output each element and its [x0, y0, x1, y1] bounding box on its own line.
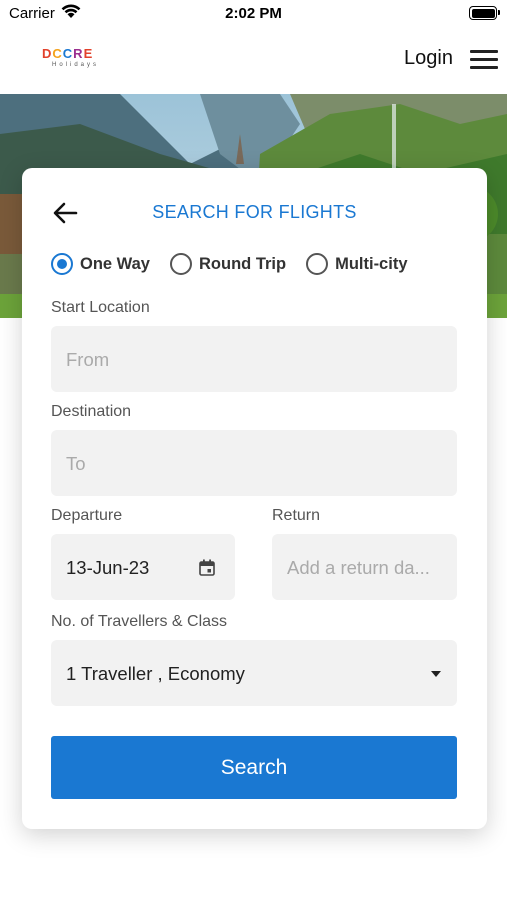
- start-location-input[interactable]: From: [51, 326, 457, 392]
- logo-letter: R: [73, 46, 83, 61]
- brand-logo[interactable]: D C C R E Holidays: [42, 47, 122, 73]
- search-button[interactable]: Search: [51, 736, 457, 799]
- departure-date-field[interactable]: 13-Jun-23: [51, 534, 235, 600]
- logo-letter: D: [42, 46, 52, 61]
- caret-down-icon[interactable]: [431, 671, 441, 677]
- trip-type-label: Round Trip: [199, 254, 287, 273]
- login-link[interactable]: Login: [404, 47, 453, 70]
- destination-input[interactable]: To: [51, 430, 457, 496]
- battery-icon: [469, 6, 500, 20]
- trip-type-label: Multi-city: [335, 254, 408, 273]
- trip-type-one-way[interactable]: One Way: [51, 253, 150, 275]
- departure-label: Departure: [51, 507, 123, 524]
- logo-letter: C: [62, 46, 73, 61]
- return-label: Return: [272, 507, 321, 524]
- travellers-label: No. of Travellers & Class: [51, 613, 228, 630]
- status-bar: Carrier 2:02 PM: [0, 0, 507, 30]
- battery-fill: [471, 8, 495, 18]
- trip-type-label: One Way: [80, 254, 150, 273]
- hamburger-icon[interactable]: [470, 50, 498, 70]
- departure-date-value: 13-Jun-23: [66, 557, 150, 578]
- trip-type-round-trip[interactable]: Round Trip: [170, 253, 286, 275]
- start-location-label: Start Location: [51, 299, 150, 316]
- start-location-placeholder: From: [66, 349, 110, 370]
- destination-placeholder: To: [66, 453, 86, 474]
- travellers-class-value: 1 Traveller , Economy: [66, 663, 245, 684]
- calendar-icon[interactable]: [199, 559, 215, 576]
- travellers-class-select[interactable]: 1 Traveller , Economy: [51, 640, 457, 706]
- radio-button-checked[interactable]: [51, 253, 73, 275]
- destination-label: Destination: [51, 403, 132, 420]
- page-title: SEARCH FOR FLIGHTS: [152, 202, 357, 222]
- return-date-placeholder: Add a return da...: [287, 557, 430, 578]
- radio-button-unchecked[interactable]: [170, 253, 192, 275]
- logo-wordmark: D C C R E: [42, 47, 122, 61]
- navbar: D C C R E Holidays Login: [0, 30, 507, 94]
- trip-type-radio-group: One Way Round Trip Multi-city: [51, 253, 428, 275]
- trip-type-multi-city[interactable]: Multi-city: [306, 253, 408, 275]
- return-date-field[interactable]: Add a return da...: [272, 534, 457, 600]
- clock: 2:02 PM: [225, 5, 282, 22]
- logo-letter: C: [52, 46, 62, 61]
- logo-subtitle: Holidays: [52, 62, 100, 68]
- flight-search-card: SEARCH FOR FLIGHTS One Way Round Trip Mu…: [22, 168, 487, 829]
- logo-letter: E: [83, 46, 93, 61]
- radio-button-unchecked[interactable]: [306, 253, 329, 275]
